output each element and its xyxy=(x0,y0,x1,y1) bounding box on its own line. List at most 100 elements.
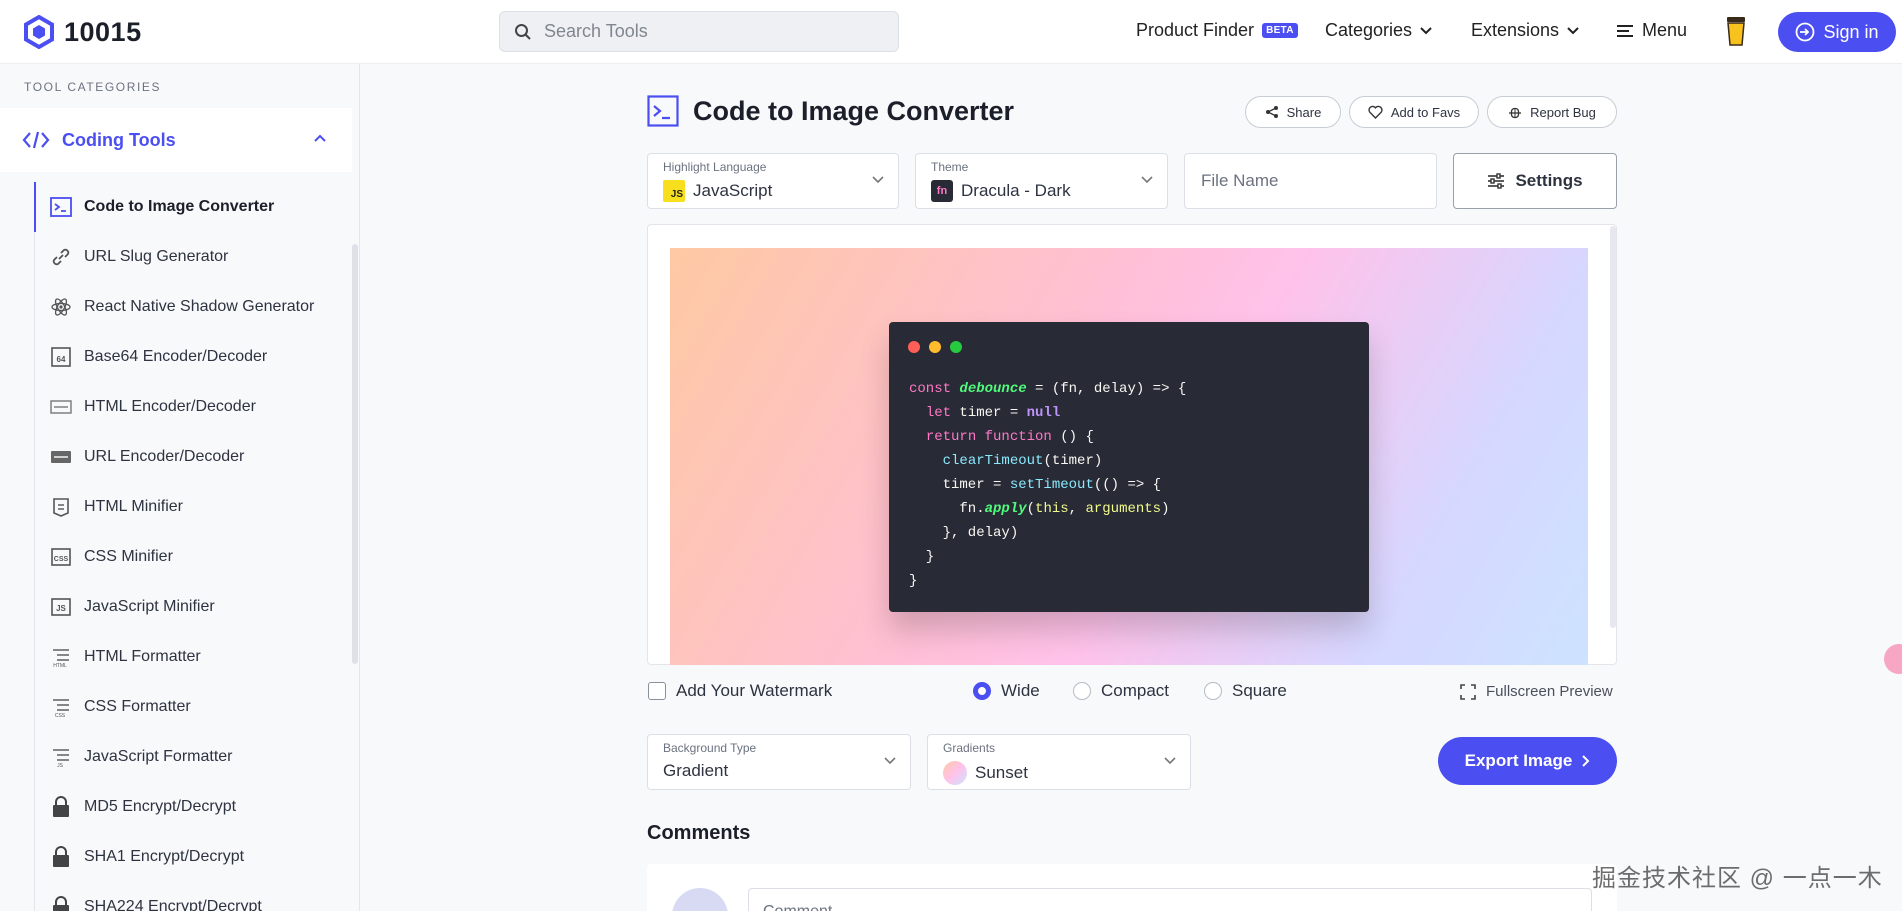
page-title-row: Code to Image Converter xyxy=(647,95,1014,127)
preview-scrollbar[interactable] xyxy=(1610,226,1616,628)
share-label: Share xyxy=(1286,104,1322,120)
sidebar-item-base64[interactable]: 64 Base64 Encoder/Decoder xyxy=(34,332,352,382)
sidebar-item-label: Code to Image Converter xyxy=(84,198,275,215)
sidebar-item-label: Base64 Encoder/Decoder xyxy=(84,348,268,365)
sidebar-item-label: URL Encoder/Decoder xyxy=(84,448,245,465)
sidebar-item-js-formatter[interactable]: JS JavaScript Formatter xyxy=(34,732,352,782)
sidebar-item-url-slug[interactable]: URL Slug Generator xyxy=(34,232,352,282)
fullscreen-icon xyxy=(1460,683,1476,700)
url-icon xyxy=(50,446,72,468)
sidebar-item-css-minifier[interactable]: CSS CSS Minifier xyxy=(34,532,352,582)
heart-icon xyxy=(1368,105,1383,119)
settings-button[interactable]: Settings xyxy=(1453,153,1617,209)
layout-compact-option[interactable]: Compact xyxy=(1073,681,1169,701)
report-bug-label: Report Bug xyxy=(1530,104,1596,120)
category-coding-tools[interactable]: Coding Tools xyxy=(0,108,352,172)
theme-label: Theme xyxy=(931,160,969,174)
sidebar-item-label: React Native Shadow Generator xyxy=(84,298,315,315)
search-input[interactable] xyxy=(544,21,864,42)
floating-helper-icon[interactable] xyxy=(1884,644,1902,674)
compact-radio[interactable] xyxy=(1073,682,1091,700)
sidebar-item-label: JavaScript Minifier xyxy=(84,598,215,615)
theme-select[interactable]: Theme fn Dracula - Dark xyxy=(915,153,1168,209)
code-line: }, delay) xyxy=(909,525,1019,541)
sidebar-item-html-minifier[interactable]: HTML Minifier xyxy=(34,482,352,532)
layout-wide-option[interactable]: Wide xyxy=(973,681,1040,701)
file-name-input[interactable] xyxy=(1184,153,1437,209)
dracula-icon: fn xyxy=(931,180,953,202)
language-value: JavaScript xyxy=(693,181,773,200)
sidebar-item-js-minifier[interactable]: JS JavaScript Minifier xyxy=(34,582,352,632)
chevron-down-icon xyxy=(1164,757,1176,765)
svg-text:CSS: CSS xyxy=(55,713,66,718)
background-type-label: Background Type xyxy=(663,741,757,755)
svg-text:JS: JS xyxy=(57,763,64,768)
js-format-icon: JS xyxy=(50,746,72,768)
watermark-checkbox[interactable] xyxy=(648,682,666,700)
chevron-down-icon xyxy=(1567,26,1579,34)
code-line: const debounce = (fn, delay) => { xyxy=(909,381,1187,397)
html-minify-icon xyxy=(50,496,72,518)
sidebar: TOOL CATEGORIES Coding Tools Code to Ima… xyxy=(0,64,360,911)
bug-icon xyxy=(1509,107,1522,119)
gradients-select[interactable]: Gradients Sunset xyxy=(927,734,1191,790)
sidebar-item-css-formatter[interactable]: CSS CSS Formatter xyxy=(34,682,352,732)
comment-input[interactable]: Comment xyxy=(748,888,1592,911)
sidebar-item-label: SHA1 Encrypt/Decrypt xyxy=(84,848,245,865)
sidebar-item-html-formatter[interactable]: HTML HTML Formatter xyxy=(34,632,352,682)
code-line: } xyxy=(909,549,935,565)
layout-square-option[interactable]: Square xyxy=(1204,681,1287,701)
sidebar-item-url-encoder[interactable]: URL Encoder/Decoder xyxy=(34,432,352,482)
svg-text:HTML: HTML xyxy=(53,663,67,668)
report-bug-button[interactable]: Report Bug xyxy=(1487,96,1617,128)
chevron-up-icon[interactable] xyxy=(314,134,326,142)
background-type-select[interactable]: Background Type Gradient xyxy=(647,734,911,790)
code-line: } xyxy=(909,573,918,589)
comments-heading: Comments xyxy=(647,822,751,844)
sidebar-item-label: HTML Formatter xyxy=(84,648,201,665)
nav-product-finder[interactable]: Product Finder BETA xyxy=(1136,20,1298,41)
share-button[interactable]: Share xyxy=(1245,96,1341,128)
sign-in-button[interactable]: Sign in xyxy=(1778,12,1896,52)
sidebar-item-label: SHA224 Encrypt/Decrypt xyxy=(84,898,262,911)
nav-menu[interactable]: Menu xyxy=(1616,20,1687,41)
wide-radio[interactable] xyxy=(973,682,991,700)
coffee-cup-icon[interactable] xyxy=(1724,15,1748,47)
sidebar-item-md5[interactable]: MD5 Encrypt/Decrypt xyxy=(34,782,352,832)
nav-categories[interactable]: Categories xyxy=(1325,20,1432,41)
sidebar-scrollbar[interactable] xyxy=(352,244,358,664)
react-icon xyxy=(50,296,72,318)
wide-label: Wide xyxy=(1001,681,1040,700)
logo-icon xyxy=(24,15,54,49)
sliders-icon xyxy=(1488,173,1505,189)
watermark-option[interactable]: Add Your Watermark xyxy=(648,681,832,701)
sidebar-item-sha224[interactable]: SHA224 Encrypt/Decrypt xyxy=(34,882,352,911)
nav-menu-label: Menu xyxy=(1642,20,1688,40)
chevron-down-icon xyxy=(1141,176,1153,184)
export-image-button[interactable]: Export Image xyxy=(1438,737,1617,785)
theme-value: Dracula - Dark xyxy=(961,181,1071,200)
sidebar-item-sha1[interactable]: SHA1 Encrypt/Decrypt xyxy=(34,832,352,882)
chevron-down-icon xyxy=(872,176,884,184)
sidebar-item-label: HTML Minifier xyxy=(84,498,183,515)
background-type-value: Gradient xyxy=(663,761,729,780)
nav-extensions[interactable]: Extensions xyxy=(1471,20,1579,41)
sidebar-item-html-encoder[interactable]: HTML Encoder/Decoder xyxy=(34,382,352,432)
lock-icon xyxy=(50,846,72,868)
language-select[interactable]: Highlight Language JS JavaScript xyxy=(647,153,899,209)
html-icon xyxy=(50,396,72,418)
sidebar-item-react-native-shadow[interactable]: React Native Shadow Generator xyxy=(34,282,352,332)
sign-in-label: Sign in xyxy=(1823,21,1879,42)
logo[interactable]: 10015 xyxy=(24,15,142,49)
sidebar-item-label: MD5 Encrypt/Decrypt xyxy=(84,798,237,815)
square-radio[interactable] xyxy=(1204,682,1222,700)
code-window[interactable]: const debounce = (fn, delay) => { let ti… xyxy=(889,322,1369,612)
fullscreen-preview-link[interactable]: Fullscreen Preview xyxy=(1460,683,1613,700)
code-block: const debounce = (fn, delay) => { let ti… xyxy=(909,377,1186,593)
add-to-favs-button[interactable]: Add to Favs xyxy=(1349,96,1479,128)
search-icon xyxy=(515,23,531,40)
gradients-label: Gradients xyxy=(943,741,996,755)
sidebar-item-code-to-image[interactable]: Code to Image Converter xyxy=(34,182,352,232)
search-bar[interactable] xyxy=(499,11,899,52)
nav-product-finder-label: Product Finder xyxy=(1136,20,1255,40)
